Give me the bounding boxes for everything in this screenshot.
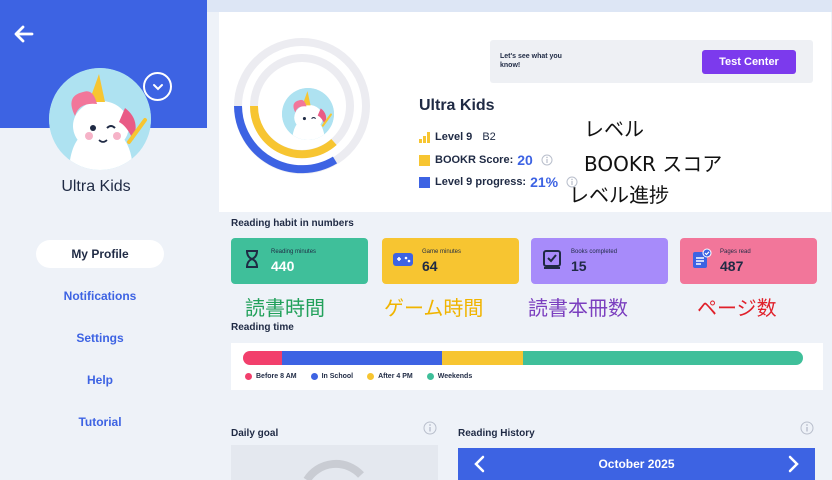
chevron-right-icon[interactable] bbox=[783, 454, 803, 474]
level-label: Level 9 bbox=[435, 131, 473, 143]
hourglass-icon bbox=[246, 250, 258, 268]
nav-item-help[interactable]: Help bbox=[36, 366, 164, 394]
avatar-menu-toggle[interactable] bbox=[143, 72, 172, 101]
info-icon[interactable] bbox=[423, 421, 437, 435]
test-center-button[interactable]: Test Center bbox=[702, 50, 796, 74]
reading-time-segment bbox=[243, 351, 283, 365]
score-square-icon bbox=[419, 154, 430, 166]
stat-value: 15 bbox=[571, 258, 587, 274]
daily-goal-title: Daily goal bbox=[231, 428, 279, 439]
back-arrow-icon[interactable] bbox=[12, 22, 36, 46]
reading-history-header: October 2025 bbox=[458, 448, 815, 480]
stat-label: Books completed bbox=[571, 249, 618, 255]
stat-label: Pages read bbox=[720, 249, 751, 255]
nav-item-notifications[interactable]: Notifications bbox=[36, 282, 164, 310]
reading-time-title: Reading time bbox=[231, 322, 294, 333]
legend-label: After 4 PM bbox=[378, 373, 413, 380]
reading-time-segment bbox=[522, 351, 803, 365]
top-strip bbox=[207, 0, 832, 12]
main-content: Ultra Kids Level 9 B2 BOOKR Score: 20 Le… bbox=[207, 0, 832, 480]
progress-square-icon bbox=[419, 176, 430, 188]
stat-card-game-minutes: Game minutes 64 bbox=[382, 238, 519, 284]
reading-time-segment bbox=[441, 351, 523, 365]
level-cefr: B2 bbox=[482, 131, 496, 143]
legend-item: Weekends bbox=[426, 373, 473, 380]
test-prompt: Let's see what you know! bbox=[500, 53, 562, 69]
stat-value: 64 bbox=[422, 258, 438, 274]
annotation-reading-minutes: 読書時間 bbox=[245, 296, 325, 320]
legend-dot-icon bbox=[245, 373, 252, 380]
stat-card-books-completed: Books completed 15 bbox=[531, 238, 668, 284]
checkbox-icon bbox=[543, 250, 561, 269]
score-label: BOOKR Score: bbox=[435, 154, 514, 166]
profile-name: Ultra Kids bbox=[419, 97, 495, 114]
stat-value: 440 bbox=[271, 258, 295, 274]
reading-time-segment bbox=[282, 351, 442, 365]
info-icon[interactable] bbox=[800, 421, 814, 435]
annotation-score: BOOKR スコア bbox=[584, 152, 723, 176]
test-center-banner: Let's see what you know! Test Center bbox=[490, 40, 813, 83]
level-progress-ring bbox=[233, 36, 371, 176]
ring-avatar bbox=[282, 88, 334, 140]
info-icon[interactable] bbox=[541, 154, 553, 166]
legend-label: Weekends bbox=[437, 373, 473, 380]
unicorn-icon bbox=[282, 88, 334, 140]
reading-time-bar bbox=[243, 351, 803, 365]
document-check-icon bbox=[693, 248, 712, 268]
sidebar-user-name: Ultra Kids bbox=[61, 178, 131, 195]
chevron-down-icon bbox=[152, 83, 163, 90]
stat-card-reading-minutes: Reading minutes 440 bbox=[231, 238, 368, 284]
annotation-progress: レベル進捗 bbox=[569, 183, 669, 207]
score-row: BOOKR Score: 20 bbox=[419, 152, 553, 168]
progress-label: Level 9 progress: bbox=[435, 176, 527, 188]
nav-item-settings[interactable]: Settings bbox=[36, 324, 164, 352]
level-bars-icon bbox=[419, 131, 430, 143]
stat-value: 487 bbox=[720, 258, 744, 274]
progress-row: Level 9 progress: 21% bbox=[419, 174, 578, 190]
nav-item-my-profile[interactable]: My Profile bbox=[36, 240, 164, 268]
reading-time-legend: Before 8 AM In School After 4 PM Weekends bbox=[245, 373, 486, 380]
level-row: Level 9 B2 bbox=[419, 131, 496, 143]
annotation-books-completed: 読書本冊数 bbox=[528, 296, 628, 320]
legend-dot-icon bbox=[367, 373, 375, 380]
annotation-pages-read: ページ数 bbox=[697, 296, 777, 320]
legend-item: In School bbox=[310, 373, 354, 380]
legend-item: After 4 PM bbox=[367, 373, 413, 380]
reading-time-card: Before 8 AM In School After 4 PM Weekends bbox=[231, 343, 823, 390]
daily-goal-card bbox=[231, 445, 438, 480]
score-value: 20 bbox=[517, 152, 533, 168]
legend-dot-icon bbox=[426, 373, 434, 380]
stat-card-pages-read: Pages read 487 bbox=[680, 238, 817, 284]
legend-item: Before 8 AM bbox=[245, 373, 297, 380]
sidebar: Ultra Kids My Profile Notifications Sett… bbox=[0, 0, 207, 480]
nav-item-tutorial[interactable]: Tutorial bbox=[36, 408, 164, 436]
unicorn-icon bbox=[49, 68, 151, 170]
habit-title: Reading habit in numbers bbox=[231, 218, 354, 229]
progress-value: 21% bbox=[530, 174, 559, 190]
gamepad-icon bbox=[393, 253, 413, 266]
reading-history-title: Reading History bbox=[458, 428, 535, 439]
stat-label: Reading minutes bbox=[271, 249, 317, 255]
legend-dot-icon bbox=[310, 373, 318, 380]
stat-label: Game minutes bbox=[422, 249, 462, 255]
daily-goal-ring bbox=[303, 459, 364, 480]
annotation-level: レベル bbox=[584, 117, 644, 141]
annotation-game-minutes: ゲーム時間 bbox=[384, 296, 484, 320]
avatar bbox=[49, 68, 151, 170]
legend-label: In School bbox=[321, 373, 354, 380]
sidebar-nav: My Profile Notifications Settings Help T… bbox=[36, 240, 164, 450]
month-label: October 2025 bbox=[598, 457, 675, 471]
legend-label: Before 8 AM bbox=[256, 373, 297, 380]
